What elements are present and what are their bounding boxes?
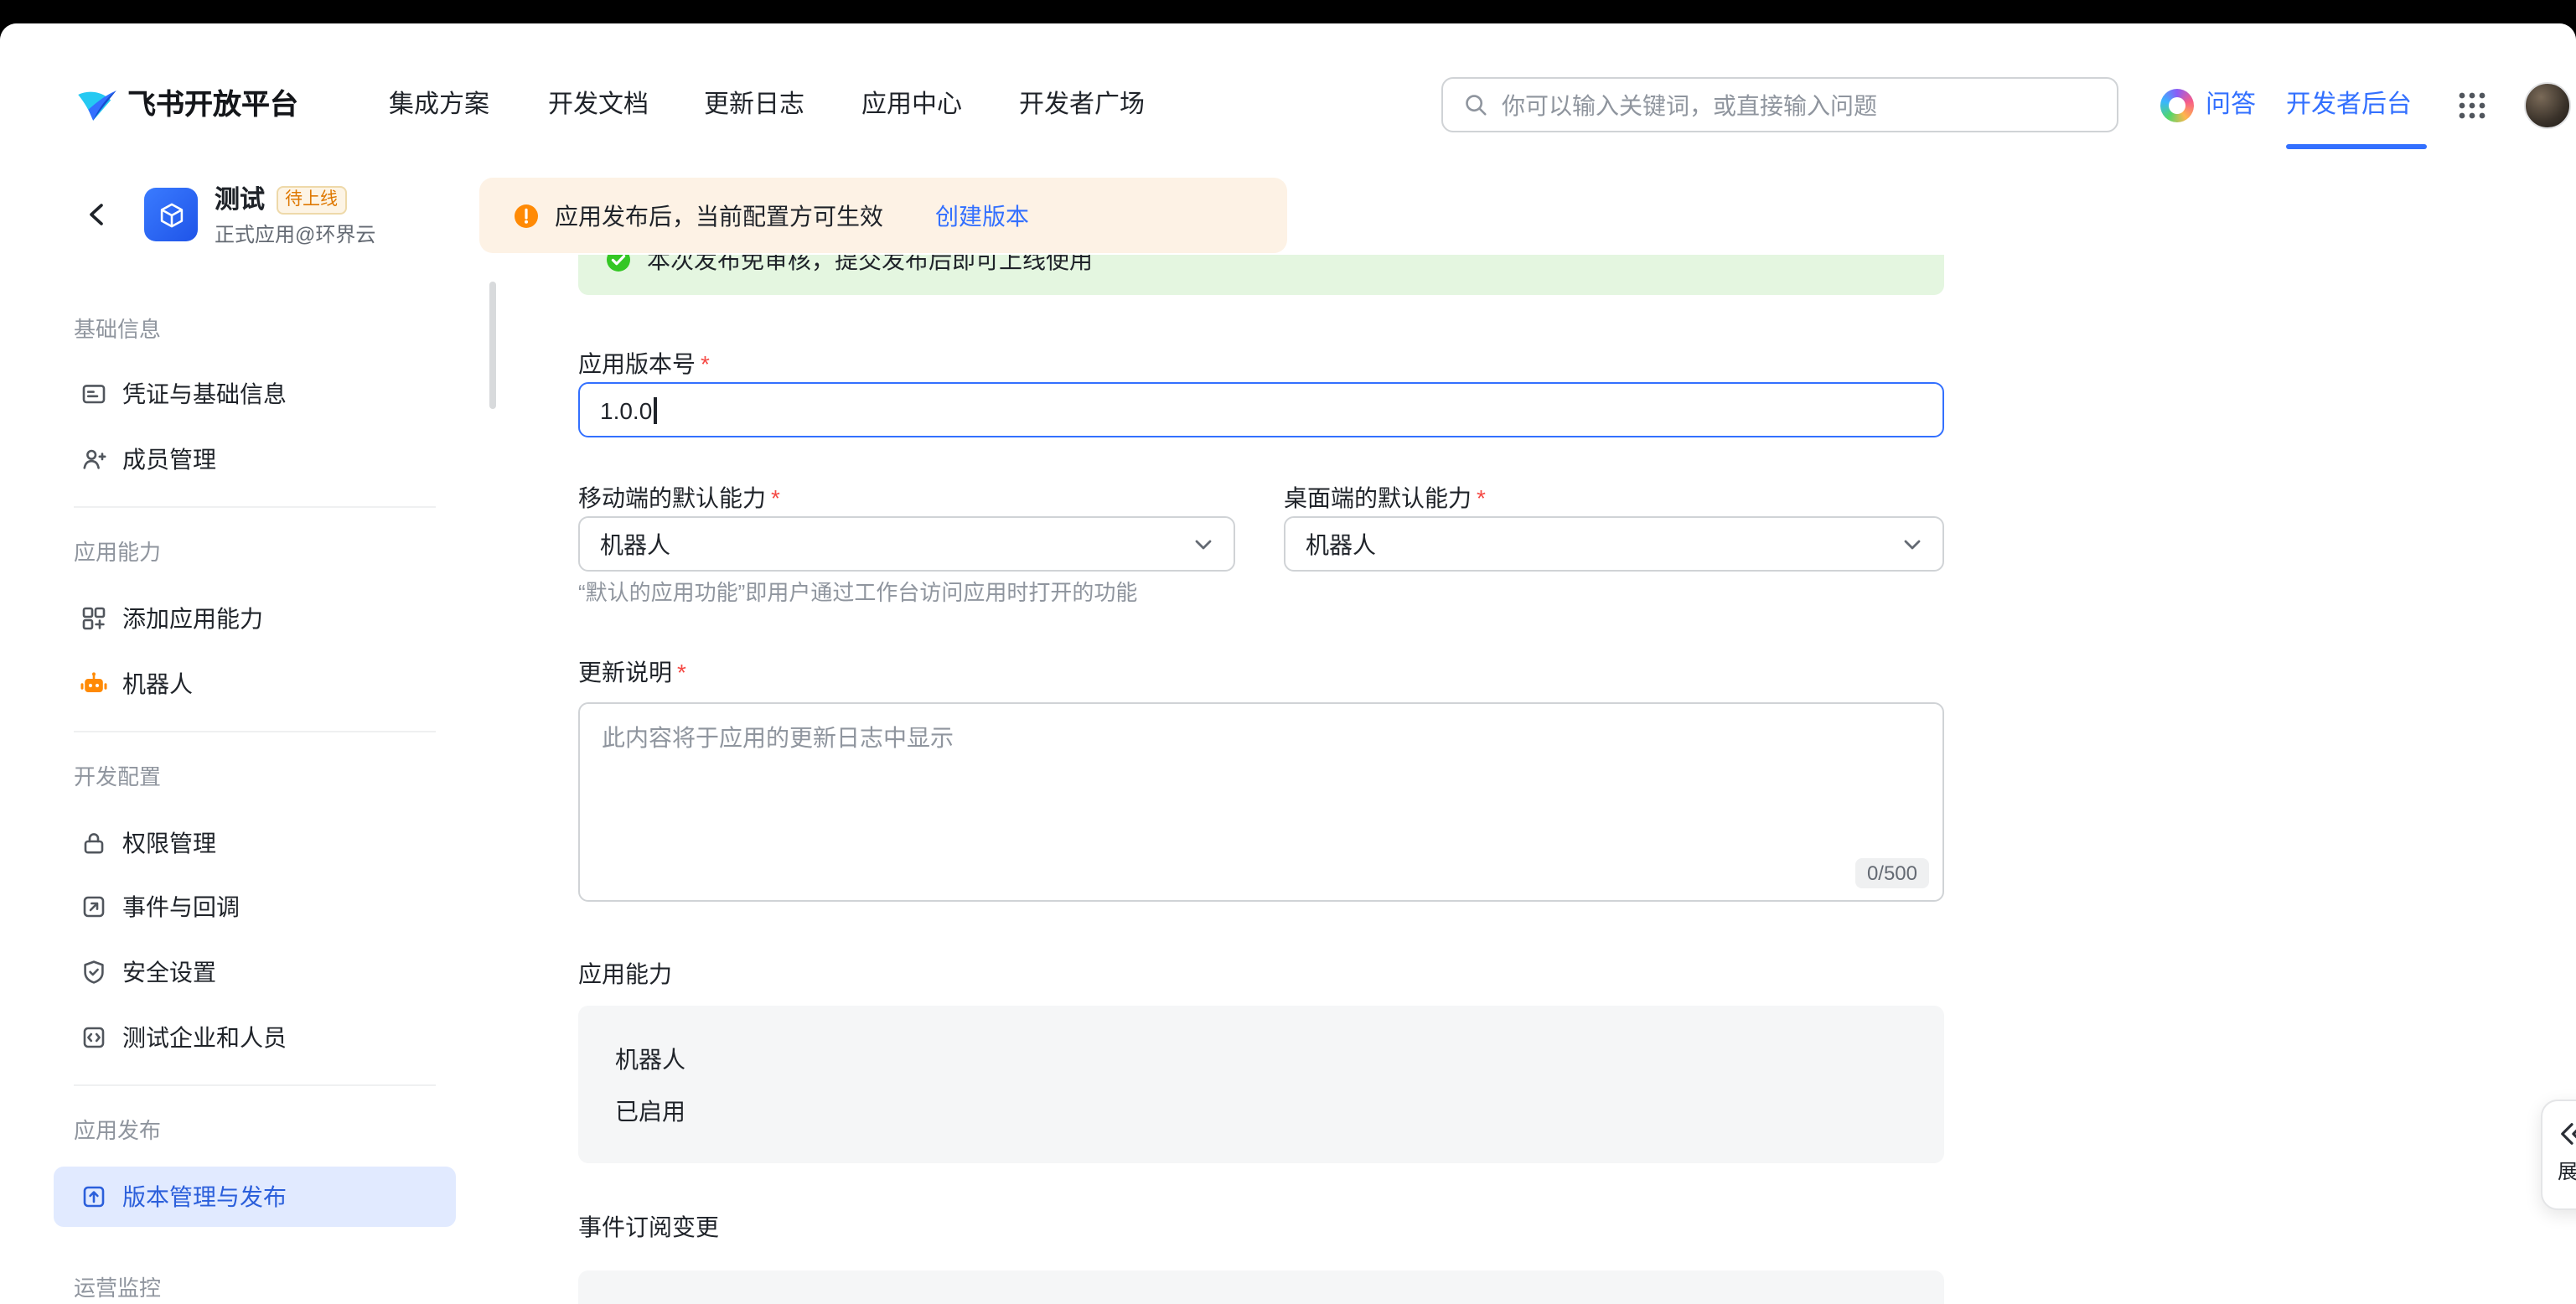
sidebar-item-label: 成员管理 (122, 442, 216, 476)
success-banner: 本次发布免审核，提交发布后即可上线使用 (578, 255, 1944, 295)
permission-lock-icon (80, 830, 107, 856)
add-capability-icon (80, 605, 107, 632)
text-caret (654, 396, 656, 423)
developer-console-tab[interactable]: 开发者后台 (2286, 89, 2412, 122)
publish-warning-banner: 应用发布后，当前配置方可生效 创建版本 (479, 178, 1287, 253)
app-capability-title: 应用能力 (578, 960, 672, 989)
update-notes-placeholder: 此内容将于应用的更新日志中显示 (602, 721, 954, 754)
chevron-down-icon (1902, 534, 1922, 554)
char-counter: 0/500 (1855, 858, 1929, 888)
sidebar: 基础信息 凭证与基础信息 成员管理 应用能力 (54, 23, 456, 1304)
update-notes-textarea[interactable]: 此内容将于应用的更新日志中显示 0/500 (578, 702, 1944, 902)
nav-item-docs[interactable]: 开发文档 (548, 89, 649, 122)
sidebar-item-label: 安全设置 (122, 955, 216, 989)
version-value: 1.0.0 (600, 396, 652, 423)
active-tab-underline (2286, 144, 2427, 149)
sidebar-item-label: 添加应用能力 (122, 602, 263, 635)
sidebar-item-version-release[interactable]: 版本管理与发布 (54, 1167, 456, 1227)
success-check-icon (605, 255, 632, 273)
nav-item-dev-plaza[interactable]: 开发者广场 (1019, 89, 1145, 122)
sidebar-section-dev-config: 开发配置 (74, 766, 161, 789)
desktop-capability-label: 桌面端的默认能力* (1284, 484, 1486, 515)
sidebar-section-basic: 基础信息 (74, 318, 161, 342)
publish-up-arrow-icon (80, 1183, 107, 1210)
sidebar-section-release: 应用发布 (74, 1120, 161, 1143)
capability-name: 机器人 (615, 1046, 685, 1074)
update-notes-label: 更新说明* (578, 659, 686, 689)
sidebar-item-events-callback[interactable]: 事件与回调 (54, 877, 456, 937)
warning-icon (513, 202, 540, 229)
version-input[interactable]: 1.0.0 (578, 382, 1944, 437)
app-window: 飞书开放平台 集成方案 开发文档 更新日志 应用中心 开发者广场 你可以输入关键… (0, 23, 2576, 1304)
expand-panel-button[interactable]: 展开 (2541, 1100, 2576, 1210)
code-brackets-icon (80, 1024, 107, 1051)
sidebar-item-credentials[interactable]: 凭证与基础信息 (54, 364, 456, 424)
user-avatar[interactable] (2524, 82, 2571, 129)
sidebar-scrollbar[interactable] (489, 282, 495, 409)
capability-status: 已启用 (615, 1098, 685, 1126)
members-icon (80, 446, 107, 473)
version-label: 应用版本号* (578, 350, 710, 380)
required-mark: * (1477, 484, 1486, 511)
sidebar-item-bot[interactable]: 机器人 (54, 654, 456, 714)
sidebar-item-add-capability[interactable]: 添加应用能力 (54, 588, 456, 649)
sidebar-item-label: 权限管理 (122, 826, 216, 860)
main-content: 本次发布免审核，提交发布后即可上线使用 应用版本号* 1.0.0 移动端的默认能… (503, 255, 2576, 1304)
sidebar-item-label: 版本管理与发布 (122, 1180, 287, 1213)
sidebar-item-label: 事件与回调 (122, 890, 240, 924)
screen: 飞书开放平台 集成方案 开发文档 更新日志 应用中心 开发者广场 你可以输入关键… (0, 0, 2576, 1304)
sidebar-item-label: 测试企业和人员 (122, 1021, 287, 1054)
mobile-capability-label: 移动端的默认能力* (578, 484, 780, 515)
mobile-capability-value: 机器人 (600, 527, 670, 561)
capability-hint: “默认的应用功能”即用户通过工作台访问应用时打开的功能 (578, 580, 1137, 607)
sidebar-divider (74, 731, 436, 732)
shield-icon (80, 959, 107, 986)
success-text: 本次发布免审核，提交发布后即可上线使用 (647, 255, 1093, 277)
search-placeholder: 你可以输入关键词，或直接输入问题 (1502, 88, 1877, 122)
event-changes-title: 事件订阅变更 (578, 1213, 719, 1242)
mobile-capability-select[interactable]: 机器人 (578, 516, 1235, 572)
sidebar-item-label: 凭证与基础信息 (122, 377, 287, 411)
qa-icon[interactable] (2160, 89, 2194, 122)
warning-text: 应用发布后，当前配置方可生效 (555, 199, 883, 232)
credential-icon (80, 380, 107, 407)
qa-link[interactable]: 问答 (2206, 89, 2256, 122)
sidebar-section-monitoring: 运营监控 (74, 1277, 161, 1301)
required-mark: * (677, 659, 686, 686)
event-changes-panel (578, 1270, 1944, 1304)
sidebar-item-test-org[interactable]: 测试企业和人员 (54, 1007, 456, 1068)
chevron-down-icon (1193, 534, 1213, 554)
desktop-capability-select[interactable]: 机器人 (1284, 516, 1944, 572)
sidebar-item-security[interactable]: 安全设置 (54, 942, 456, 1002)
sidebar-item-permissions[interactable]: 权限管理 (54, 813, 456, 873)
search-input[interactable]: 你可以输入关键词，或直接输入问题 (1441, 77, 2118, 132)
nav-item-app-center[interactable]: 应用中心 (861, 89, 962, 122)
double-chevron-left-icon (2558, 1121, 2576, 1146)
robot-icon (80, 670, 107, 697)
sidebar-item-label: 机器人 (122, 667, 193, 701)
nav-item-changelog[interactable]: 更新日志 (704, 89, 804, 122)
desktop-capability-value: 机器人 (1306, 527, 1376, 561)
create-version-link[interactable]: 创建版本 (935, 199, 1029, 232)
sidebar-item-members[interactable]: 成员管理 (54, 429, 456, 489)
required-mark: * (771, 484, 780, 511)
expand-label: 展开 (2558, 1160, 2576, 1183)
sidebar-divider (74, 506, 436, 508)
event-callback-icon (80, 893, 107, 920)
search-icon (1463, 92, 1488, 117)
app-capability-panel: 机器人 已启用 (578, 1006, 1944, 1163)
sidebar-divider (74, 1084, 436, 1086)
apps-grid-icon[interactable] (2457, 91, 2487, 121)
required-mark: * (701, 350, 710, 377)
sidebar-section-capability: 应用能力 (74, 541, 161, 565)
